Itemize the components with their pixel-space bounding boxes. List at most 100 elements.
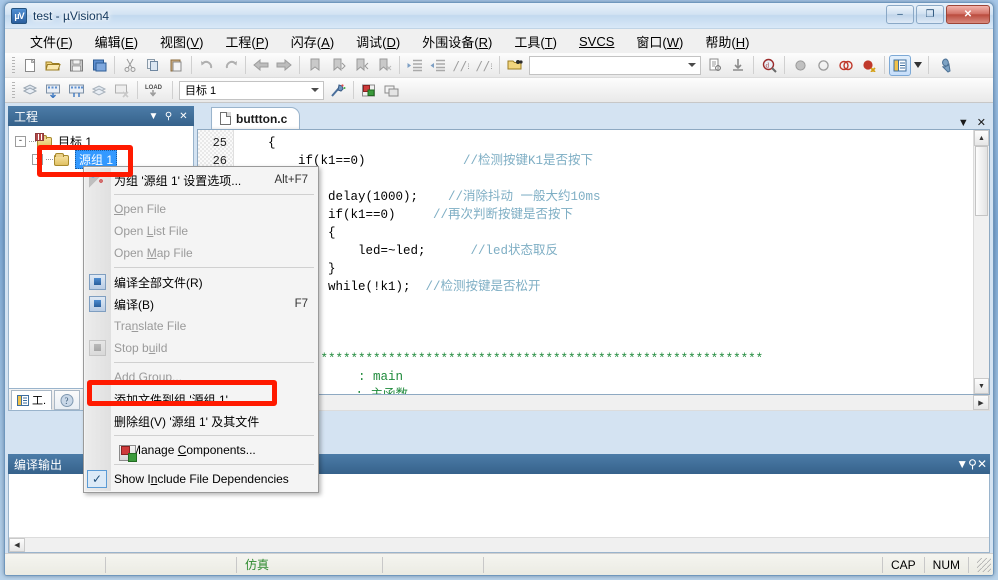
translate-file-icon[interactable] xyxy=(19,80,41,101)
bookmark-clear-icon[interactable] xyxy=(373,55,395,76)
ctx-stop-build-label: Stop build xyxy=(114,341,308,355)
navigate-forward-icon[interactable] xyxy=(273,55,295,76)
scroll-down-button[interactable]: ▼ xyxy=(974,378,989,394)
redo-icon[interactable] xyxy=(219,55,241,76)
menu-file[interactable]: 文件(F) xyxy=(19,29,84,54)
bookmark-prev-icon[interactable] xyxy=(327,55,349,76)
maximize-button[interactable]: ❐ xyxy=(916,5,944,24)
ctx-manage-components[interactable]: Manage Components... xyxy=(84,439,318,461)
open-include-icon[interactable] xyxy=(504,55,526,76)
project-window-toggle-icon[interactable] xyxy=(889,55,911,76)
editor-tab-buttton-c[interactable]: buttton.c xyxy=(211,107,300,129)
ctx-stop-build[interactable]: Stop build xyxy=(84,337,318,359)
breakpoint-disable-icon[interactable] xyxy=(835,55,857,76)
chevron-down-icon[interactable] xyxy=(688,63,696,67)
open-file-icon[interactable] xyxy=(42,55,64,76)
bookmark-next-icon[interactable] xyxy=(350,55,372,76)
configure-tools-icon[interactable] xyxy=(933,55,955,76)
browse-symbol-icon[interactable] xyxy=(727,55,749,76)
navigate-back-icon[interactable] xyxy=(250,55,272,76)
project-tab[interactable]: 工. xyxy=(11,390,52,410)
breakpoint-kill-icon[interactable] xyxy=(812,55,834,76)
editor-vertical-scrollbar[interactable]: ▲ ▼ xyxy=(973,130,989,394)
output-pin-icon[interactable]: ⚲ xyxy=(968,457,977,471)
output-menu-icon[interactable]: ▼ xyxy=(956,457,968,471)
project-window-dropdown-icon[interactable] xyxy=(912,55,924,76)
ctx-remove-group[interactable]: 删除组(V) '源组 1' 及其文件 xyxy=(84,410,318,432)
pane-menu-icon[interactable]: ▼ xyxy=(146,109,161,124)
ctx-open-map-file[interactable]: Open Map File xyxy=(84,242,318,264)
build-target-icon[interactable] xyxy=(42,80,64,101)
copy-icon[interactable] xyxy=(142,55,164,76)
editor-menu-icon[interactable]: ▼ xyxy=(958,117,969,129)
cut-icon[interactable] xyxy=(119,55,141,76)
bookmark-toggle-icon[interactable] xyxy=(304,55,326,76)
output-scroll-left-button[interactable]: ◀ xyxy=(9,538,25,552)
stop-build-icon[interactable] xyxy=(111,80,133,101)
breakpoint-insert-icon[interactable] xyxy=(789,55,811,76)
output-horizontal-scrollbar[interactable]: ◀ xyxy=(9,537,989,552)
tree-node-target[interactable]: - 目标 1 xyxy=(15,132,193,150)
find-combo[interactable] xyxy=(529,56,701,75)
tree-expander-target[interactable]: - xyxy=(15,136,26,147)
menu-peripherals[interactable]: 外围设备(R) xyxy=(411,29,503,54)
target-options-icon[interactable] xyxy=(327,80,349,101)
scroll-up-button[interactable]: ▲ xyxy=(974,130,989,146)
save-all-icon[interactable] xyxy=(88,55,110,76)
breakpoint-disable-all-icon[interactable] xyxy=(858,55,880,76)
ctx-show-include-file-dependencies[interactable]: ✓ Show Include File Dependencies xyxy=(84,468,318,490)
paste-icon[interactable] xyxy=(165,55,187,76)
menu-project[interactable]: 工程(P) xyxy=(214,29,279,54)
menu-window[interactable]: 窗口(W) xyxy=(625,29,694,54)
menu-debug-label: 调试 xyxy=(356,35,382,50)
ctx-add-files-to-group[interactable]: 添加文件到组 '源组 1'... xyxy=(84,388,318,410)
output-close-icon[interactable]: ✕ xyxy=(977,457,987,471)
menu-help[interactable]: 帮助(H) xyxy=(694,29,760,54)
indent-icon[interactable] xyxy=(404,55,426,76)
find-in-files-icon[interactable] xyxy=(704,55,726,76)
new-file-icon[interactable] xyxy=(19,55,41,76)
toolbar-grip[interactable] xyxy=(12,82,15,98)
manage-multi-project-icon[interactable] xyxy=(381,80,403,101)
manage-components-icon[interactable] xyxy=(358,80,380,101)
ctx-add-group[interactable]: Add Group... xyxy=(84,366,318,388)
menu-tools[interactable]: 工具(T) xyxy=(503,29,568,54)
save-icon[interactable] xyxy=(65,55,87,76)
batch-build-icon[interactable] xyxy=(88,80,110,101)
close-button[interactable]: ✕ xyxy=(946,5,990,24)
minimize-button[interactable]: – xyxy=(886,5,914,24)
menu-svcs[interactable]: SVCS xyxy=(568,31,625,52)
inspect-icon[interactable]: d xyxy=(758,55,780,76)
rebuild-all-icon[interactable] xyxy=(65,80,87,101)
pane-pin-icon[interactable]: ⚲ xyxy=(161,109,176,124)
editor-close-icon[interactable]: ✕ xyxy=(977,116,986,129)
outdent-icon[interactable] xyxy=(427,55,449,76)
pane-close-icon[interactable]: ✕ xyxy=(176,109,191,124)
toolbar-separator xyxy=(884,56,885,74)
uncomment-lines-icon[interactable]: //≢ xyxy=(473,55,495,76)
chevron-down-icon[interactable] xyxy=(311,88,319,92)
ctx-rebuild-all-files[interactable]: 编译全部文件(R) xyxy=(84,271,318,293)
menu-edit[interactable]: 编辑(E) xyxy=(84,29,149,54)
svg-text:LOAD: LOAD xyxy=(145,85,163,91)
books-tab[interactable]: ? xyxy=(54,390,80,410)
scroll-right-button[interactable]: ▶ xyxy=(973,395,989,410)
menu-flash[interactable]: 闪存(A) xyxy=(280,29,345,54)
ctx-options-for-group[interactable]: 为组 '源组 1' 设置选项... Alt+F7 xyxy=(84,169,318,191)
comment-lines-icon[interactable]: //≡ xyxy=(450,55,472,76)
ctx-build-target[interactable]: 编译(B) F7 xyxy=(84,293,318,315)
resize-grip-icon[interactable] xyxy=(977,558,991,572)
ctx-open-file[interactable]: Open File xyxy=(84,198,318,220)
undo-icon[interactable] xyxy=(196,55,218,76)
code-span: //消除抖动 一般大约10ms xyxy=(448,190,601,204)
ctx-translate-file[interactable]: Translate File xyxy=(84,315,318,337)
tree-expander-source-group[interactable]: - xyxy=(32,154,43,165)
code-content[interactable]: { if(k1==0) //检测按键K1是否按下 { delay(1000); … xyxy=(234,130,989,394)
menu-debug[interactable]: 调试(D) xyxy=(345,29,411,54)
download-to-flash-icon[interactable]: LOAD xyxy=(142,80,168,101)
toolbar-grip[interactable] xyxy=(12,57,15,73)
menu-view[interactable]: 视图(V) xyxy=(149,29,214,54)
target-select[interactable]: 目标 1 xyxy=(179,81,324,100)
scroll-thumb[interactable] xyxy=(975,146,988,216)
ctx-open-list-file[interactable]: Open List File xyxy=(84,220,318,242)
